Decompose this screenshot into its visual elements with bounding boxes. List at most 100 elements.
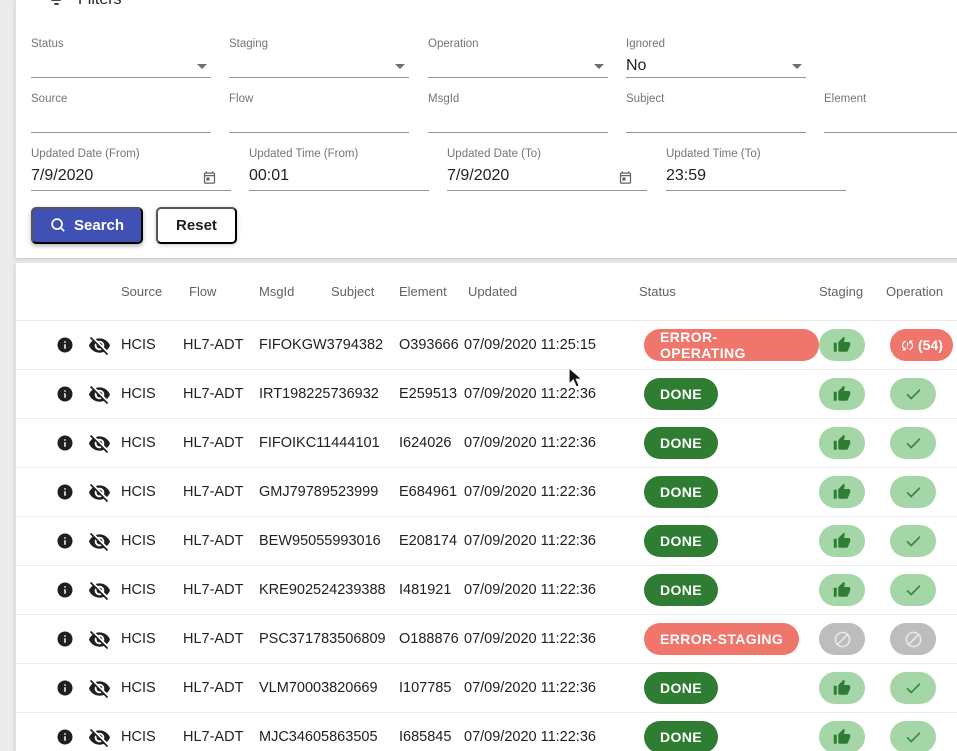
- cell-updated: 07/09/2020 11:22:36: [464, 729, 644, 745]
- updated-time-from-input[interactable]: Updated Time (From) 00:01: [249, 148, 429, 191]
- flow-label: Flow: [229, 93, 409, 106]
- updated-date-from-label: Updated Date (From): [31, 148, 231, 161]
- updated-date-to-value: 7/9/2020: [447, 167, 647, 187]
- table-row: HCIS HL7-ADT VLM70003820669 I107785 07/0…: [16, 664, 957, 713]
- ignore-toggle-button[interactable]: [88, 334, 112, 357]
- staging-select[interactable]: Staging: [229, 38, 409, 78]
- cell-source: HCIS: [121, 484, 183, 500]
- element-input[interactable]: Element: [824, 93, 957, 133]
- info-button[interactable]: [56, 532, 74, 550]
- info-button[interactable]: [56, 434, 74, 452]
- staging-badge[interactable]: [819, 721, 865, 751]
- cell-msgid: IRT198225736932: [259, 386, 331, 402]
- ignore-toggle-button[interactable]: [88, 432, 112, 455]
- operation-badge[interactable]: [890, 721, 936, 751]
- staging-badge[interactable]: [819, 623, 865, 655]
- chevron-down-icon[interactable]: [395, 64, 405, 69]
- block-icon: [833, 630, 852, 649]
- info-button[interactable]: [56, 385, 74, 403]
- ignore-toggle-button[interactable]: [88, 530, 112, 553]
- col-staging: Staging: [819, 284, 890, 299]
- cell-flow: HL7-ADT: [183, 386, 259, 402]
- source-input[interactable]: Source: [31, 93, 211, 133]
- staging-badge[interactable]: [819, 525, 865, 557]
- staging-badge[interactable]: [819, 672, 865, 704]
- status-badge: DONE: [644, 476, 718, 508]
- calendar-icon[interactable]: [202, 170, 217, 185]
- thumb-up-icon: [833, 336, 851, 354]
- staging-badge[interactable]: [819, 476, 865, 508]
- table-body: HCIS HL7-ADT FIFOKGW3794382 O393666 07/0…: [16, 321, 957, 751]
- thumb-up-icon: [833, 679, 851, 697]
- info-button[interactable]: [56, 581, 74, 599]
- updated-time-to-input[interactable]: Updated Time (To) 23:59: [666, 148, 846, 191]
- table-row: HCIS HL7-ADT IRT198225736932 E259513 07/…: [16, 370, 957, 419]
- reset-button[interactable]: Reset: [156, 207, 237, 244]
- operation-badge[interactable]: [890, 672, 936, 704]
- flow-input[interactable]: Flow: [229, 93, 409, 133]
- subject-input[interactable]: Subject: [626, 93, 806, 133]
- info-button[interactable]: [56, 630, 74, 648]
- retry-count: (54): [918, 337, 943, 353]
- cell-element: E208174: [399, 533, 464, 549]
- ignore-toggle-button[interactable]: [88, 383, 112, 406]
- ignore-toggle-button[interactable]: [88, 481, 112, 504]
- operation-badge[interactable]: [890, 476, 936, 508]
- cell-element: I481921: [399, 582, 464, 598]
- operation-badge[interactable]: (54): [890, 329, 953, 361]
- ignore-toggle-button[interactable]: [88, 726, 112, 749]
- operation-badge[interactable]: [890, 378, 936, 410]
- ignore-toggle-button[interactable]: [88, 579, 112, 602]
- operation-badge[interactable]: [890, 427, 936, 459]
- updated-date-from-input[interactable]: Updated Date (From) 7/9/2020: [31, 148, 231, 191]
- check-icon: [904, 679, 923, 698]
- status-badge: DONE: [644, 525, 718, 557]
- operation-badge[interactable]: [890, 525, 936, 557]
- check-icon: [904, 532, 923, 551]
- cell-flow: HL7-ADT: [183, 533, 259, 549]
- operation-badge[interactable]: [890, 574, 936, 606]
- screen: Filters × Status Staging Operation Ignor…: [0, 0, 957, 751]
- chevron-down-icon[interactable]: [792, 64, 802, 69]
- search-icon: [50, 217, 67, 234]
- col-source: Source: [121, 284, 183, 299]
- operation-select[interactable]: Operation: [428, 38, 608, 78]
- msgid-input[interactable]: MsgId: [428, 93, 608, 133]
- staging-badge[interactable]: [819, 378, 865, 410]
- staging-badge[interactable]: [819, 574, 865, 606]
- staging-badge[interactable]: [819, 427, 865, 459]
- ignored-select[interactable]: Ignored No: [626, 38, 806, 78]
- cell-source: HCIS: [121, 435, 183, 451]
- info-button[interactable]: [56, 483, 74, 501]
- cell-updated: 07/09/2020 11:22:36: [464, 386, 644, 402]
- filter-list-icon: [49, 0, 63, 5]
- cell-flow: HL7-ADT: [183, 729, 259, 745]
- table-row: HCIS HL7-ADT FIFOKGW3794382 O393666 07/0…: [16, 321, 957, 370]
- block-icon: [904, 630, 923, 649]
- ignored-value: No: [626, 57, 806, 77]
- operation-badge[interactable]: [890, 623, 936, 655]
- col-operation: Operation: [886, 284, 957, 299]
- cell-element: I685845: [399, 729, 464, 745]
- chevron-down-icon[interactable]: [197, 64, 207, 69]
- calendar-icon[interactable]: [618, 170, 633, 185]
- ignore-toggle-button[interactable]: [88, 677, 112, 700]
- close-icon[interactable]: ×: [929, 0, 941, 6]
- filters-header: Filters: [49, 0, 122, 9]
- ignore-toggle-button[interactable]: [88, 628, 112, 651]
- info-button[interactable]: [56, 679, 74, 697]
- cell-updated: 07/09/2020 11:22:36: [464, 435, 644, 451]
- check-icon: [904, 728, 923, 747]
- staging-badge[interactable]: [819, 329, 865, 361]
- cell-flow: HL7-ADT: [183, 435, 259, 451]
- info-button[interactable]: [56, 728, 74, 746]
- search-button[interactable]: Search: [31, 207, 143, 244]
- cell-source: HCIS: [121, 533, 183, 549]
- updated-date-to-input[interactable]: Updated Date (To) 7/9/2020: [447, 148, 647, 191]
- chevron-down-icon[interactable]: [594, 64, 604, 69]
- status-select[interactable]: Status: [31, 38, 211, 78]
- cell-element: O188876: [399, 631, 464, 647]
- cell-updated: 07/09/2020 11:25:15: [464, 337, 644, 353]
- ignored-label: Ignored: [626, 38, 806, 51]
- info-button[interactable]: [56, 336, 74, 354]
